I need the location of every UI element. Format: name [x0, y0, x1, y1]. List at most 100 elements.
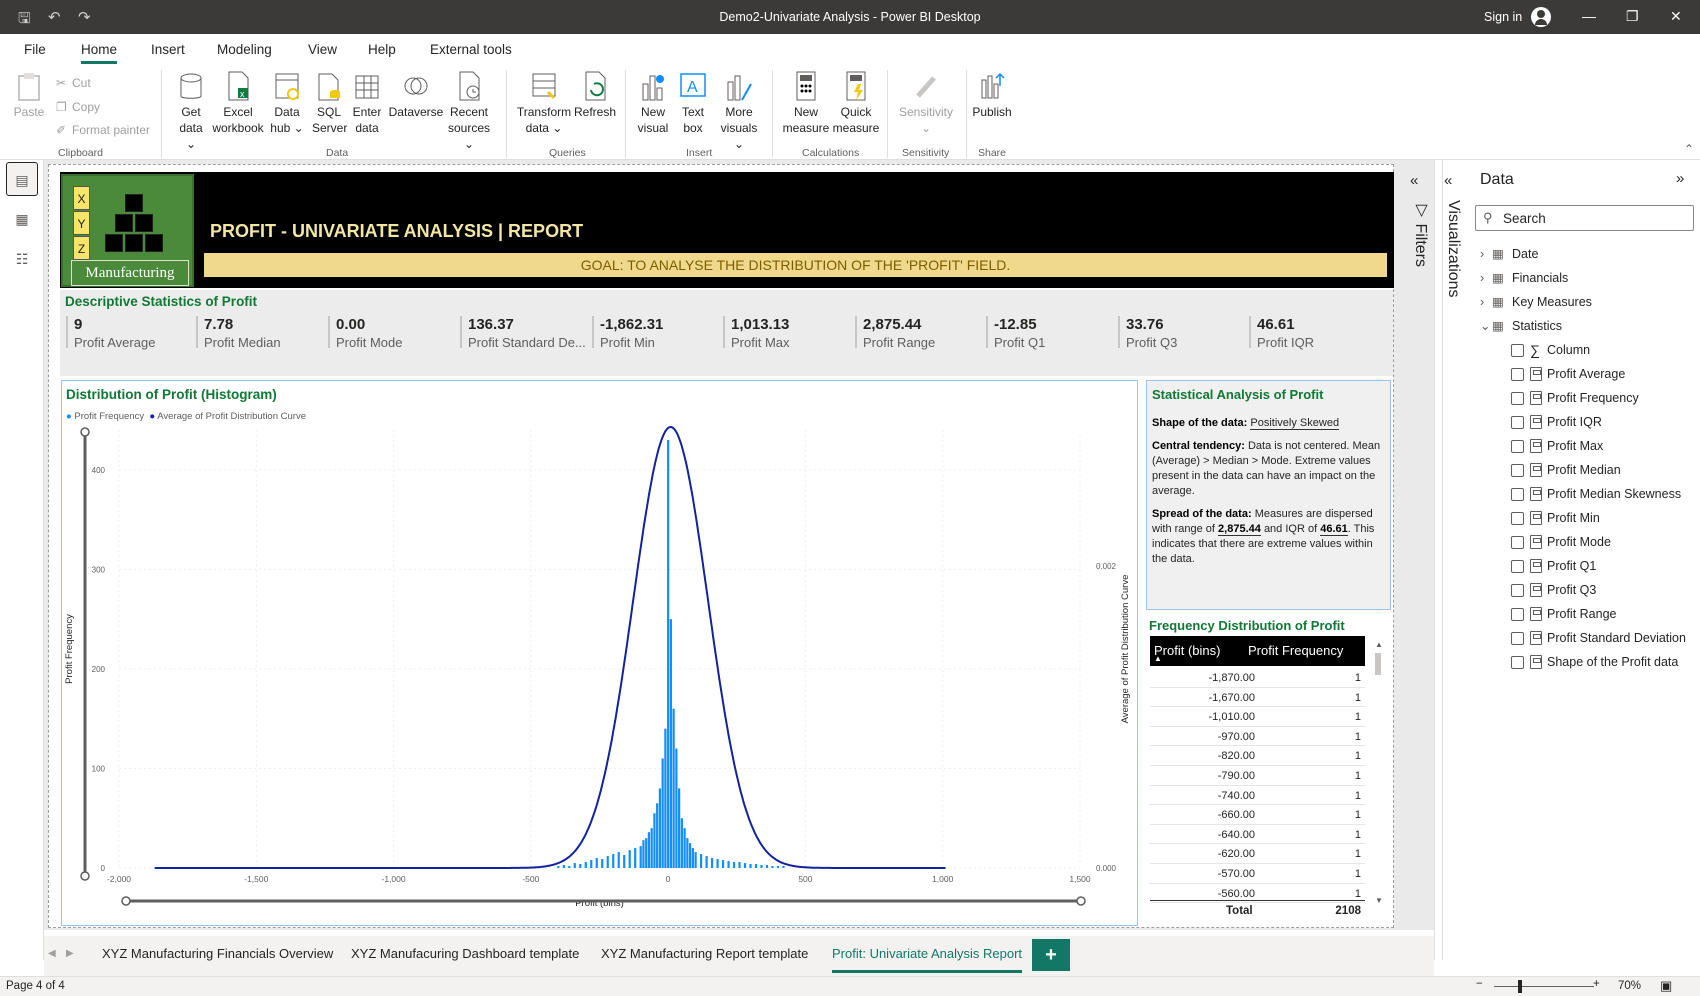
table-scrollbar[interactable]: ▲ ▼	[1375, 640, 1385, 906]
dataverse-button[interactable]: Dataverse	[388, 70, 444, 120]
sensitivity-button[interactable]: Sensitivity ⌄	[896, 70, 956, 136]
data-hub-button[interactable]: Data hub ⌄	[270, 70, 304, 136]
expand-chevron-icon[interactable]: ›	[1480, 295, 1492, 309]
copy-button[interactable]: Copy	[72, 100, 100, 114]
column-header-frequency[interactable]: Profit Frequency	[1248, 643, 1343, 658]
menu-insert[interactable]: Insert	[151, 42, 185, 57]
enter-data-button[interactable]: Enter data	[350, 70, 384, 136]
table-row: -640.00 1	[1150, 825, 1365, 845]
tab-financials-overview[interactable]: XYZ Manufacturing Financials Overview	[102, 946, 333, 961]
page-indicator: Page 4 of 4	[6, 980, 65, 992]
expand-visualizations-icon[interactable]: «	[1444, 172, 1452, 189]
histogram-bar	[760, 865, 763, 868]
field-checkbox[interactable]	[1511, 392, 1524, 405]
refresh-button[interactable]: Refresh	[574, 70, 616, 120]
text-box-button[interactable]: A Text box	[676, 70, 710, 136]
report-view-icon[interactable]: ▤	[6, 162, 38, 196]
excel-workbook-button[interactable]: x Excel workbook	[210, 70, 266, 136]
restore-icon[interactable]: ❐	[1626, 8, 1639, 25]
publish-button[interactable]: Publish	[970, 70, 1014, 120]
field-checkbox[interactable]	[1511, 344, 1524, 357]
expand-chevron-icon[interactable]: ›	[1480, 271, 1492, 285]
field-label[interactable]: Profit Frequency	[1547, 391, 1639, 405]
field-label[interactable]: Profit Max	[1547, 439, 1603, 453]
tab-dashboard-template[interactable]: XYZ Manufacuring Dashboard template	[351, 946, 579, 961]
table-node[interactable]: › ▦ Financials	[1480, 270, 1568, 285]
menu-external-tools[interactable]: External tools	[430, 42, 512, 57]
table-node[interactable]: › ▦ Key Measures	[1480, 294, 1592, 309]
column-header-bins[interactable]: Profit (bins)	[1154, 643, 1220, 658]
tabs-prev-icon[interactable]: ◀	[48, 948, 56, 959]
more-visuals-icon	[727, 75, 752, 101]
get-data-button[interactable]: Get data ⌄	[174, 70, 208, 152]
menu-home[interactable]: Home	[81, 42, 118, 64]
field-label[interactable]: Profit Q3	[1547, 583, 1596, 597]
sql-server-button[interactable]: SQL Server	[312, 70, 347, 136]
field-label[interactable]: Profit Mode	[1547, 535, 1611, 549]
menu-modeling[interactable]: Modeling	[217, 42, 272, 57]
account-icon[interactable]	[1531, 7, 1551, 27]
transform-data-button[interactable]: Transform data ⌄	[516, 70, 572, 136]
data-search-input[interactable]: ⚲ Search	[1475, 205, 1694, 231]
field-label[interactable]: Profit IQR	[1547, 415, 1602, 429]
table-node[interactable]: › ▦ Date	[1480, 246, 1538, 261]
quick-measure-button[interactable]: Quick measure	[832, 70, 880, 136]
new-measure-button[interactable]: New measure	[782, 70, 830, 136]
field-checkbox[interactable]	[1511, 440, 1524, 453]
minimize-icon[interactable]: —	[1582, 8, 1596, 24]
field-checkbox[interactable]	[1511, 536, 1524, 549]
field-checkbox[interactable]	[1511, 656, 1524, 669]
new-visual-button[interactable]: New visual	[634, 70, 672, 136]
zoom-out-icon[interactable]: −	[1476, 978, 1483, 990]
tab-report-template[interactable]: XYZ Manufacturing Report template	[601, 946, 808, 961]
field-checkbox[interactable]	[1511, 608, 1524, 621]
collapse-data-pane-icon[interactable]: »	[1676, 170, 1684, 187]
cut-button[interactable]: Cut	[72, 76, 91, 90]
filters-pane-collapsed[interactable]: ▽ Filters	[1411, 200, 1430, 267]
field-label[interactable]: Profit Q1	[1547, 559, 1596, 573]
add-page-button[interactable]: +	[1032, 939, 1070, 971]
tabs-next-icon[interactable]: ▶	[66, 948, 74, 959]
zoom-in-icon[interactable]: +	[1593, 978, 1600, 990]
expand-chevron-icon[interactable]: ›	[1480, 247, 1492, 261]
field-label[interactable]: Profit Standard Deviation	[1547, 631, 1686, 645]
field-label[interactable]: Profit Median Skewness	[1547, 487, 1681, 501]
menu-view[interactable]: View	[308, 42, 337, 57]
table-node[interactable]: ⌄ ▦ Statistics	[1480, 318, 1562, 333]
field-checkbox[interactable]	[1511, 416, 1524, 429]
more-visuals-button[interactable]: More visuals ⌄	[716, 70, 762, 152]
field-label[interactable]: Profit Min	[1547, 511, 1600, 525]
collapse-ribbon-icon[interactable]: ⌃	[1684, 142, 1694, 156]
close-icon[interactable]: ✕	[1670, 8, 1682, 25]
table-view-icon[interactable]: ▦	[6, 202, 38, 236]
field-checkbox[interactable]	[1511, 584, 1524, 597]
menu-file[interactable]: File	[24, 42, 46, 57]
field-label[interactable]: Profit Average	[1547, 367, 1625, 381]
data-pane-title: Data	[1480, 171, 1514, 188]
field-checkbox[interactable]	[1511, 464, 1524, 477]
fit-to-page-icon[interactable]: ▣	[1660, 978, 1672, 994]
menu-help[interactable]: Help	[368, 42, 396, 57]
field-label[interactable]: Shape of the Profit data	[1547, 655, 1678, 669]
expand-chevron-icon[interactable]: ⌄	[1480, 318, 1492, 333]
field-checkbox[interactable]	[1511, 512, 1524, 525]
visualizations-pane-collapsed[interactable]: Visualizations	[1444, 200, 1462, 298]
zoom-slider-thumb[interactable]	[1518, 980, 1522, 993]
field-checkbox[interactable]	[1511, 368, 1524, 381]
field-label[interactable]: Column	[1547, 343, 1590, 357]
field-checkbox[interactable]	[1511, 632, 1524, 645]
model-view-icon[interactable]: ☷	[6, 242, 38, 276]
field-checkbox[interactable]	[1511, 488, 1524, 501]
paste-button[interactable]: Paste	[12, 70, 46, 120]
histogram-bar	[634, 848, 637, 868]
table-row: -790.00 1	[1150, 766, 1365, 786]
zoom-slider[interactable]	[1494, 986, 1594, 987]
expand-filters-icon[interactable]: «	[1410, 172, 1418, 189]
field-label[interactable]: Profit Median	[1547, 463, 1621, 477]
field-label[interactable]: Profit Range	[1547, 607, 1616, 621]
field-checkbox[interactable]	[1511, 560, 1524, 573]
signin-button[interactable]: Sign in	[1484, 10, 1522, 24]
recent-sources-button[interactable]: Recent sources ⌄	[446, 70, 492, 152]
tab-univariate-analysis[interactable]: Profit: Univariate Analysis Report	[832, 946, 1023, 973]
format-painter-button[interactable]: Format painter	[72, 123, 150, 137]
